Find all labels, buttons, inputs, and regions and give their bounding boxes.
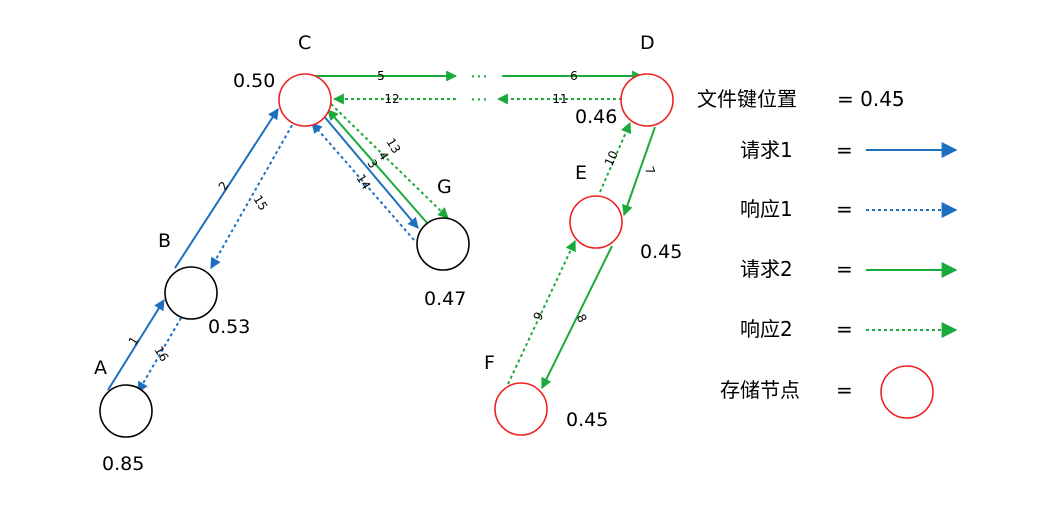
node-value-d: 0.46: [575, 106, 617, 128]
legend-request1-label: 请求1: [740, 138, 793, 162]
node-value-a: 0.85: [102, 453, 144, 475]
node-b: [164, 266, 218, 320]
node-label-c: C: [298, 32, 311, 54]
edge-label-11: 11: [552, 92, 567, 106]
node-value-c: 0.50: [233, 70, 275, 92]
node-d: [620, 73, 674, 127]
node-value-g: 0.47: [424, 288, 466, 310]
node-label-f: F: [484, 352, 495, 374]
legend-response2-label: 响应2: [740, 317, 793, 341]
edge-4-response2: [327, 109, 429, 225]
edge-3-request1: [322, 114, 419, 229]
legend-request1-equals: =: [836, 138, 853, 162]
diagram-canvas: 1 16 2 15 14 3 4 13 5 6 ⋯ 11 12 ⋯ 7 10 8…: [94, 32, 958, 475]
edge-label-9: 9: [530, 310, 546, 323]
legend-storage-node-icon: [880, 365, 934, 419]
edge-9-response2: [507, 240, 576, 385]
node-c: [278, 73, 332, 127]
node-value-e: 0.45: [640, 241, 682, 263]
edge-label-8: 8: [574, 312, 590, 325]
edge-label-15: 15: [250, 193, 270, 213]
legend-response1-equals: =: [836, 197, 853, 221]
legend-request2-equals: =: [836, 257, 853, 281]
ellipsis-top: ⋯: [470, 66, 488, 87]
edge-label-6: 6: [570, 69, 578, 83]
edge-label-2: 2: [216, 179, 232, 193]
legend-response1-label: 响应1: [740, 197, 793, 221]
node-f: [494, 382, 548, 436]
legend-storage-equals: =: [836, 378, 853, 402]
node-label-g: G: [437, 176, 452, 198]
legend-response2-equals: =: [836, 317, 853, 341]
node-a: [99, 384, 153, 438]
node-label-b: B: [158, 230, 171, 252]
node-e: [569, 195, 623, 249]
node-label-d: D: [640, 32, 655, 54]
edge-label-7: 7: [642, 165, 658, 177]
node-value-f: 0.45: [566, 409, 608, 431]
node-value-b: 0.53: [208, 316, 250, 338]
legend-request2-label: 请求2: [740, 257, 793, 281]
edge-label-5: 5: [377, 69, 385, 83]
edge-label-16: 16: [151, 344, 171, 364]
legend-file-key-value: = 0.45: [837, 87, 905, 111]
node-label-e: E: [575, 162, 587, 184]
node-label-a: A: [94, 357, 107, 379]
ellipsis-bottom: ⋯: [470, 89, 488, 110]
legend-file-key-label: 文件键位置: [697, 87, 797, 111]
edge-label-1: 1: [126, 334, 142, 348]
node-g: [416, 217, 470, 271]
legend-storage-label: 存储节点: [720, 378, 800, 402]
edge-label-12: 12: [384, 92, 399, 106]
edge-13-request2: [330, 103, 449, 219]
